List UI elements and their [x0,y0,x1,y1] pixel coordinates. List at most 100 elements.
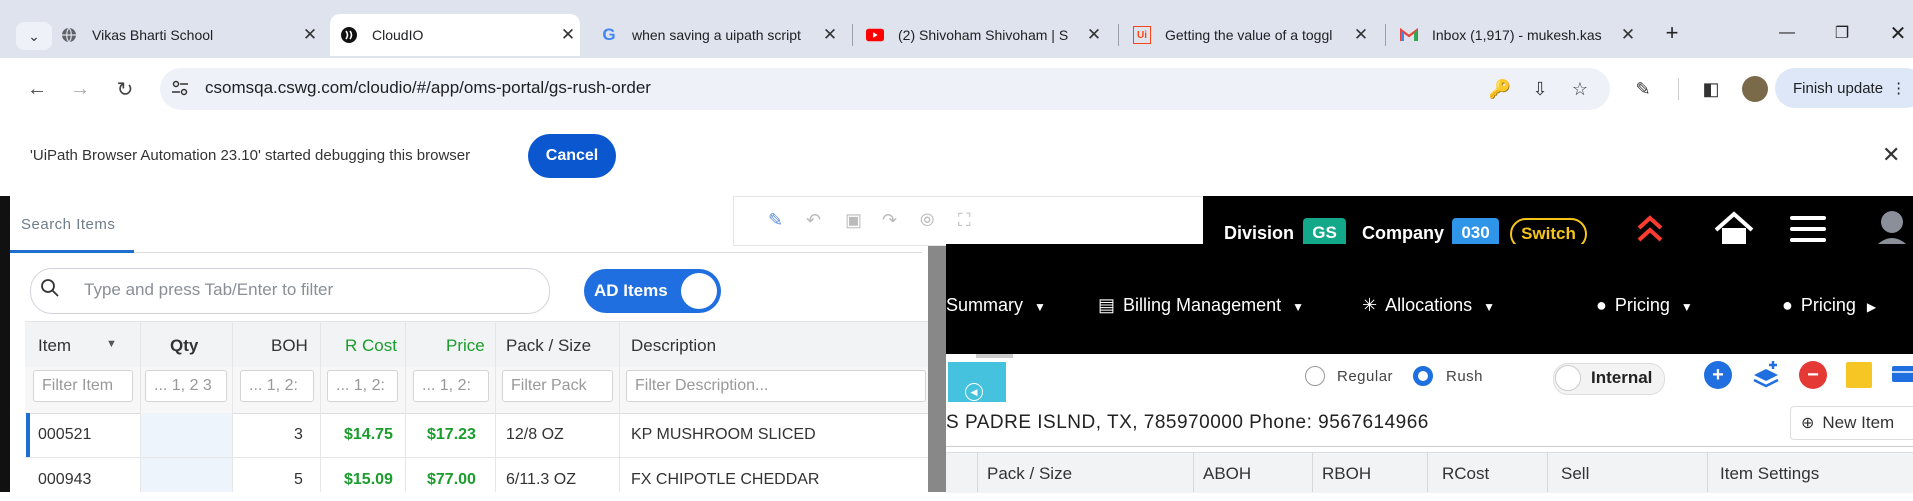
nav-allocations-label: Allocations [1385,295,1473,315]
nav-pricing-2[interactable]: ● Pricing ▶ [1782,295,1876,316]
panel-scrollbar[interactable] [928,245,946,492]
plus-circle-icon: ⊕ [1801,415,1815,432]
dollar-icon: ● [1596,295,1607,315]
column-divider [1312,452,1313,492]
gmail-icon [1400,26,1418,44]
note-icon[interactable] [1846,362,1872,388]
install-app-icon[interactable]: ⇩ [1525,74,1555,104]
site-info-icon[interactable] [171,79,189,97]
tab-separator [1118,24,1119,46]
tab-cloudio[interactable]: CloudIO ✕ [330,14,580,56]
filter-description-input[interactable]: Filter Description... [626,370,926,402]
password-key-icon[interactable]: 🔑 [1485,74,1515,104]
reload-icon[interactable]: ↻ [110,74,140,104]
column-header-rcost[interactable]: RCost [1442,464,1489,484]
column-header-item-settings[interactable]: Item Settings [1720,464,1819,484]
selected-row-indicator [26,413,30,457]
tab-youtube[interactable]: (2) Shivoham Shivoham | S ✕ [866,14,1106,56]
toggle-knob [681,273,717,309]
hide-icon[interactable]: ⦾ [920,210,934,231]
close-tab-icon[interactable]: ✕ [298,25,322,45]
column-header-rboh[interactable]: RBOH [1322,464,1371,484]
finish-update-button[interactable]: Finish update ⋮ [1775,68,1913,108]
column-divider [977,452,978,492]
filter-price-input[interactable]: ... 1, 2: [413,370,489,402]
nav-pricing-2-label: Pricing [1800,295,1856,315]
search-placeholder: Type and press Tab/Enter to filter [84,280,334,299]
chevron-down-icon: ⌄ [28,27,40,44]
undo-icon[interactable]: ↶ [806,210,821,231]
truck-icon[interactable] [1890,360,1913,390]
remove-icon[interactable]: − [1799,361,1827,389]
forward-icon[interactable]: → [65,74,95,104]
column-header-sell[interactable]: Sell [1561,464,1589,484]
tab-vikas-bharti[interactable]: Vikas Bharti School ✕ [60,14,322,56]
cell-price: $77.00 [427,471,476,488]
new-tab-icon[interactable]: + [1652,18,1692,48]
url-text[interactable]: csomsqa.cswg.com/cloudio/#/app/oms-porta… [205,78,651,98]
save-icon[interactable]: ▣ [845,210,862,231]
tab-gmail[interactable]: Inbox (1,917) - mukesh.kas ✕ [1400,14,1640,56]
nav-summary[interactable]: Summary ▼ [946,295,1046,316]
tab-search-items[interactable]: Search Items [21,216,115,233]
redo-icon[interactable]: ↷ [882,210,897,231]
edit-icon[interactable]: ✎ [768,210,783,231]
column-header-item[interactable]: Item [38,336,71,356]
nav-allocations[interactable]: ✳ Allocations ▼ [1362,295,1495,316]
close-tab-icon[interactable]: ✕ [1082,25,1106,45]
column-header-qty[interactable]: Qty [170,336,198,356]
search-icon [40,278,60,304]
nav-pricing-label: Pricing [1614,295,1670,315]
column-divider [232,321,233,492]
cancel-debugging-button[interactable]: Cancel [528,134,616,178]
debugging-message: 'UiPath Browser Automation 23.10' starte… [30,147,471,164]
rush-radio[interactable] [1413,366,1433,386]
filter-qty-input[interactable]: ... 1, 2 3 [145,370,227,402]
filter-rcost-input[interactable]: ... 1, 2: [327,370,398,402]
column-header-price[interactable]: Price [446,336,485,356]
column-header-rcost[interactable]: R Cost [345,336,397,356]
tab-separator [852,24,853,46]
tab-google-search[interactable]: G when saving a uipath script ✕ [600,14,842,56]
column-header-description[interactable]: Description [631,336,716,356]
bookmark-star-icon[interactable]: ☆ [1565,74,1595,104]
dollar-icon: ● [1782,295,1793,315]
restore-icon[interactable]: ❐ [1822,18,1862,48]
caret-down-icon: ▼ [1483,300,1496,314]
close-tab-icon[interactable]: ✕ [556,25,580,45]
nav-billing-management[interactable]: ▤ Billing Management ▼ [1098,295,1304,316]
minimize-icon[interactable]: — [1767,18,1807,48]
back-icon[interactable]: ← [22,74,52,104]
column-header-boh[interactable]: BOH [271,336,308,356]
filter-boh-input[interactable]: ... 1, 2: [240,370,314,402]
nav-pricing[interactable]: ● Pricing ▼ [1596,295,1693,316]
add-layers-icon[interactable] [1751,359,1781,394]
toolbar-divider [1678,78,1679,100]
filter-pack-input[interactable]: Filter Pack [502,370,613,402]
column-divider [1547,452,1548,492]
close-tab-icon[interactable]: ✕ [1349,25,1373,45]
left-edge-strip [0,196,10,492]
column-header-pack-size[interactable]: Pack / Size [506,336,591,356]
close-tab-icon[interactable]: ✕ [1616,25,1640,45]
close-tab-icon[interactable]: ✕ [818,25,842,45]
extensions-icon[interactable]: ✎ [1628,74,1658,104]
cloudio-icon [340,26,358,44]
regular-radio[interactable] [1305,366,1325,386]
cell-boh: 5 [294,471,303,488]
column-menu-icon[interactable]: ▼ [106,338,117,350]
side-panel-icon[interactable]: ◧ [1696,74,1726,104]
fullscreen-icon[interactable]: ⛶ [958,210,971,231]
profile-avatar[interactable] [1742,76,1768,102]
tab-search-dropdown[interactable]: ⌄ [16,22,52,50]
close-infobar-icon[interactable]: ✕ [1882,142,1900,168]
filter-item-input[interactable]: Filter Item [33,370,133,402]
add-icon[interactable]: + [1704,361,1732,389]
caret-down-icon: ▼ [1680,300,1693,314]
column-header-pack-size[interactable]: Pack / Size [987,464,1072,484]
window-close-icon[interactable]: ✕ [1878,18,1913,48]
new-item-button[interactable]: ⊕ New Item [1790,406,1913,440]
column-header-aboh[interactable]: ABOH [1203,464,1251,484]
division-label: Division [1224,223,1295,243]
tab-uipath-forum[interactable]: Ui Getting the value of a toggl ✕ [1133,14,1373,56]
